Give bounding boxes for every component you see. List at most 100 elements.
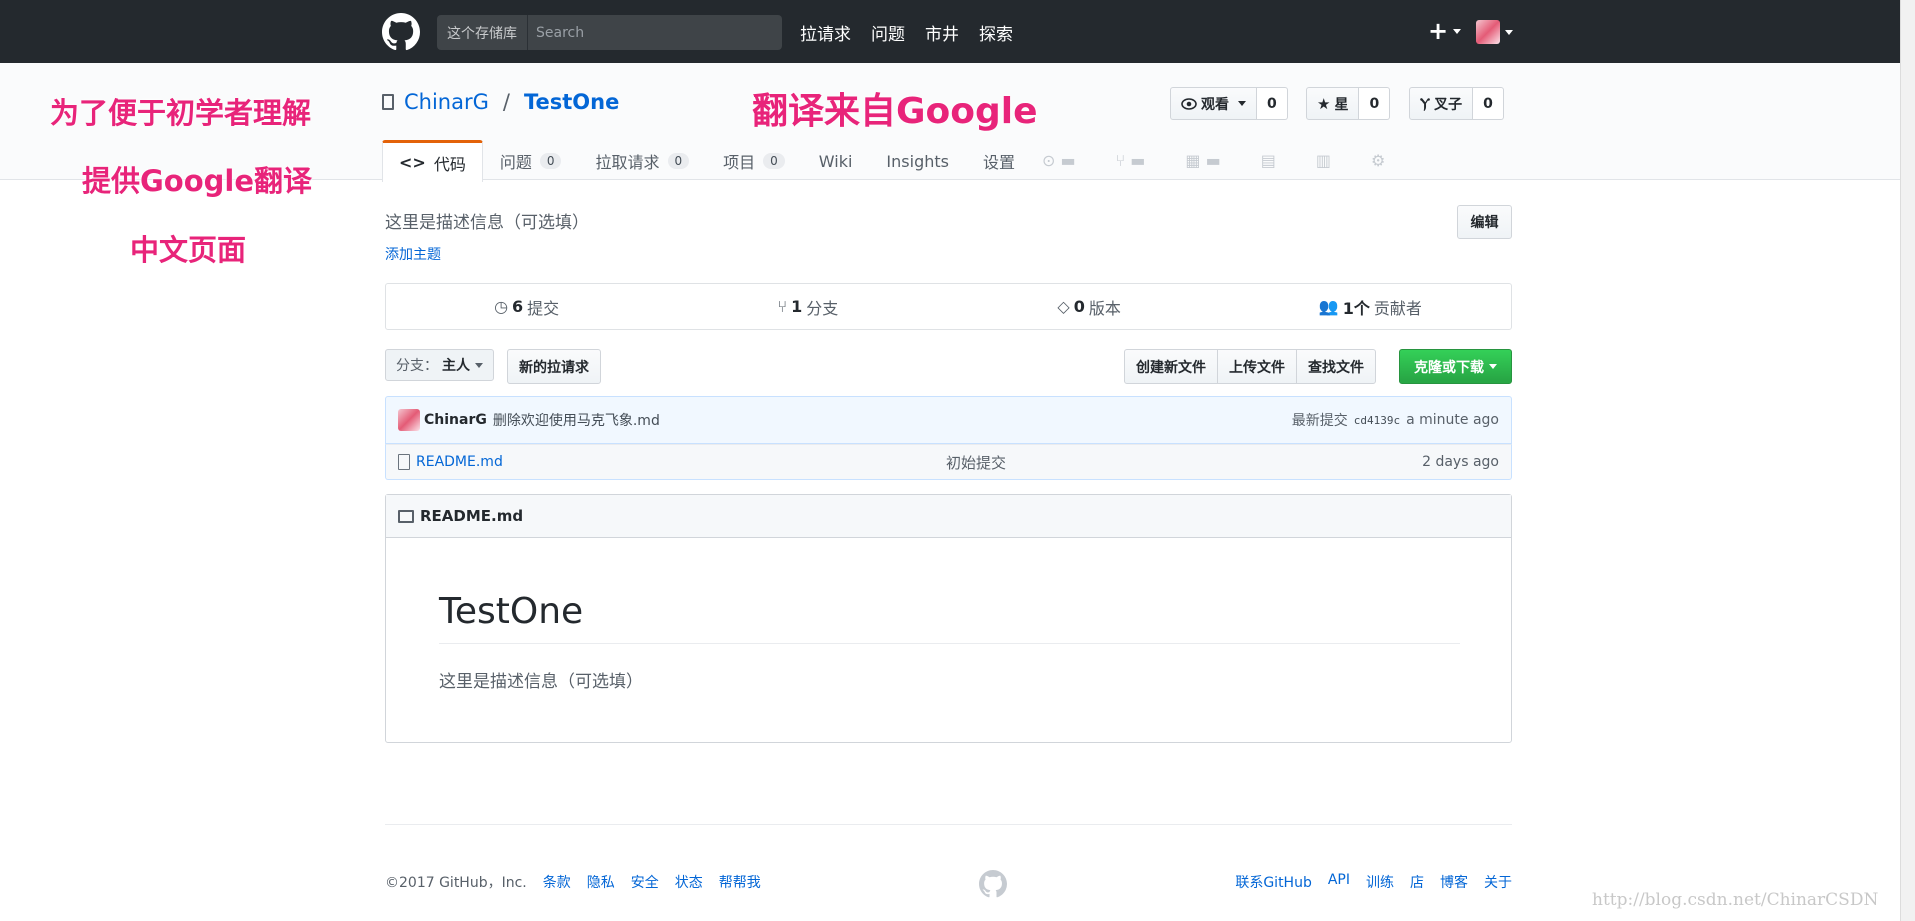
caret-down-icon (1489, 364, 1497, 369)
contributors-summary[interactable]: 👥 1个 贡献者 (1230, 284, 1511, 329)
repo-tabs: <> 代码 问题 0 拉取请求 0 项目 0 Wiki Insights 设置 … (382, 140, 1385, 182)
issue-icon[interactable]: ⊙ ▬ (1042, 151, 1076, 170)
repo-path-separator: / (502, 90, 510, 114)
commits-label: 提交 (527, 298, 560, 318)
caret-down-icon (475, 362, 483, 368)
watch-button[interactable]: 观看 (1170, 87, 1257, 120)
repo-title: ChinarG / TestOne (382, 90, 619, 114)
pull-request-icon[interactable]: ⑂ ▬ (1116, 151, 1146, 170)
commit-message[interactable]: 删除欢迎使用马克飞象.md (493, 410, 660, 430)
footer-help-link[interactable]: 帮帮我 (719, 872, 761, 892)
tab-settings[interactable]: 设置 (966, 140, 1032, 181)
avatar (1476, 20, 1500, 44)
footer-status-link[interactable]: 状态 (675, 872, 703, 892)
divider (385, 824, 1512, 825)
clone-label: 克隆或下载 (1414, 359, 1484, 376)
releases-summary[interactable]: ◇ 0 版本 (949, 284, 1230, 329)
gear-icon[interactable]: ⚙ (1371, 151, 1385, 170)
star-action: ★ 星 0 (1306, 87, 1391, 120)
nav-explore[interactable]: 探索 (979, 20, 1013, 45)
create-file-button[interactable]: 创建新文件 (1124, 349, 1218, 384)
book-icon (398, 509, 414, 523)
repo-summary: ◷ 6 提交 ⑂ 1 分支 ◇ 0 版本 👥 1个 贡献者 (385, 283, 1512, 330)
file-row: README.md 初始提交 2 days ago (385, 444, 1512, 480)
tab-issues[interactable]: 问题 0 (483, 140, 579, 181)
commits-count: 6 (512, 297, 524, 316)
footer-left: ©2017 GitHub，Inc. 条款 隐私 安全 状态 帮帮我 (385, 872, 761, 892)
find-file-button[interactable]: 查找文件 (1296, 349, 1376, 384)
wiki-icon[interactable]: ▤ (1261, 151, 1276, 170)
search-input[interactable] (528, 15, 782, 50)
file-commit-message[interactable]: 初始提交 (946, 452, 1006, 473)
repo-name-link[interactable]: TestOne (524, 90, 619, 114)
add-topics-link[interactable]: 添加主题 (385, 244, 441, 264)
tab-wiki[interactable]: Wiki (802, 140, 870, 181)
commit-age: a minute ago (1406, 412, 1499, 428)
footer-contact-link[interactable]: 联系GitHub (1235, 872, 1312, 892)
new-pull-request-button[interactable]: 新的拉请求 (507, 349, 601, 384)
footer-api-link[interactable]: API (1328, 872, 1350, 892)
branches-summary[interactable]: ⑂ 1 分支 (667, 284, 948, 329)
footer-terms-link[interactable]: 条款 (543, 872, 571, 892)
readme-box: README.md TestOne 这里是描述信息（可选填） (385, 494, 1512, 743)
branches-count: 1 (791, 297, 803, 316)
file-name-link[interactable]: README.md (416, 454, 946, 470)
footer-training-link[interactable]: 训练 (1366, 872, 1394, 892)
github-logo-icon[interactable] (382, 13, 420, 51)
footer-right: 联系GitHub API 训练 店 博客 关于 (1235, 872, 1512, 892)
eye-icon (1181, 97, 1197, 110)
commits-summary[interactable]: ◷ 6 提交 (386, 284, 667, 329)
clone-download-button[interactable]: 克隆或下载 (1399, 349, 1512, 384)
watch-count[interactable]: 0 (1257, 87, 1288, 120)
fork-label: 叉子 (1434, 96, 1463, 113)
tab-pulls-label: 拉取请求 (595, 153, 660, 172)
commit-author[interactable]: ChinarG (424, 412, 487, 428)
annotation-text-2: 提供Google翻译 (82, 164, 313, 198)
commit-sha[interactable]: cd4139c (1354, 414, 1400, 427)
create-new-dropdown[interactable]: + (1428, 17, 1462, 45)
fork-icon: Ⲩ (1420, 95, 1431, 112)
footer-about-link[interactable]: 关于 (1484, 872, 1512, 892)
repo-owner-link[interactable]: ChinarG (404, 90, 489, 114)
tab-code[interactable]: <> 代码 (382, 140, 483, 182)
star-button[interactable]: ★ 星 (1306, 87, 1360, 120)
file-age: 2 days ago (1422, 454, 1499, 470)
upload-files-button[interactable]: 上传文件 (1217, 349, 1297, 384)
branch-select[interactable]: 分支： 主人 (385, 349, 494, 381)
tab-code-label: 代码 (433, 154, 466, 174)
scrollbar[interactable] (1900, 0, 1915, 921)
avatar[interactable] (398, 409, 420, 431)
footer-shop-link[interactable]: 店 (1410, 872, 1424, 892)
footer-blog-link[interactable]: 博客 (1440, 872, 1468, 892)
repo-description: 这里是描述信息（可选填） (385, 213, 589, 233)
github-mark-icon[interactable] (979, 870, 1007, 898)
graph-icon[interactable]: ▥ (1316, 151, 1331, 170)
user-menu[interactable] (1476, 20, 1513, 44)
fork-button[interactable]: Ⲩ 叉子 (1409, 87, 1474, 120)
contributors-count: 1个 (1342, 298, 1370, 318)
nav-pull-requests[interactable]: 拉请求 (800, 20, 851, 45)
nav-marketplace[interactable]: 市井 (925, 20, 959, 45)
latest-commit: ChinarG 删除欢迎使用马克飞象.md 最新提交 cd4139c a min… (385, 396, 1512, 444)
star-count[interactable]: 0 (1359, 87, 1391, 120)
readme-title: TestOne (439, 591, 584, 632)
tab-projects[interactable]: 项目 0 (706, 140, 802, 181)
search-scope-label: 这个存储库 (437, 15, 528, 50)
caret-down-icon (1505, 29, 1513, 35)
tab-insights[interactable]: Insights (869, 140, 966, 181)
code-icon: <> (399, 153, 426, 172)
top-header: 这个存储库 拉请求 问题 市井 探索 + (0, 0, 1900, 63)
tab-pull-requests[interactable]: 拉取请求 0 (578, 140, 706, 181)
readme-filename: README.md (420, 507, 524, 525)
annotation-text-3: 中文页面 (130, 233, 247, 267)
footer-copyright: ©2017 GitHub，Inc. (385, 875, 527, 891)
footer-privacy-link[interactable]: 隐私 (587, 872, 615, 892)
fork-count[interactable]: 0 (1473, 87, 1504, 120)
project-icon[interactable]: ▦ ▬ (1185, 151, 1220, 170)
watch-label: 观看 (1201, 96, 1229, 113)
tab-pulls-count: 0 (667, 153, 690, 169)
watch-action: 观看 0 (1170, 87, 1288, 120)
footer-security-link[interactable]: 安全 (631, 872, 659, 892)
nav-issues[interactable]: 问题 (871, 20, 905, 45)
edit-button[interactable]: 编辑 (1457, 205, 1512, 239)
